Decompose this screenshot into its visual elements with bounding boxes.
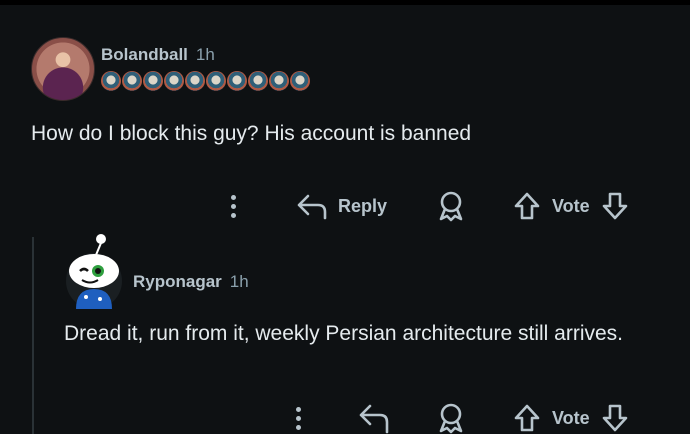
more-options-button[interactable]	[228, 194, 238, 218]
upvote-icon[interactable]	[512, 191, 542, 221]
avatar[interactable]	[66, 234, 122, 309]
award-icon[interactable]	[436, 402, 466, 434]
award-badge-icon	[164, 71, 184, 91]
award-badge-icon	[206, 71, 226, 91]
vote-control: Vote	[512, 190, 630, 222]
username[interactable]: Bolandball	[101, 45, 188, 65]
comment-body: Dread it, run from it, weekly Persian ar…	[64, 322, 624, 345]
user-flair	[101, 71, 310, 93]
top-bar	[0, 0, 690, 5]
award-badge-icon	[185, 71, 205, 91]
vote-label: Vote	[552, 195, 590, 216]
downvote-icon[interactable]	[600, 403, 630, 433]
award-badge-icon	[248, 71, 268, 91]
downvote-icon[interactable]	[600, 191, 630, 221]
award-badge-icon	[227, 71, 247, 91]
comment-header: Ryponagar 1h	[133, 272, 249, 292]
reply-arrow-icon[interactable]	[358, 402, 390, 434]
upvote-icon[interactable]	[512, 403, 542, 433]
reply-label: Reply	[338, 195, 388, 216]
comment-body: How do I block this guy? His account is …	[31, 122, 472, 145]
award-badge-icon	[143, 71, 163, 91]
snoo-avatar-icon	[69, 234, 119, 309]
timestamp: 1h	[229, 272, 249, 291]
username[interactable]: Ryponagar	[133, 272, 222, 292]
vote-label: Vote	[552, 407, 590, 428]
reply-button[interactable]: Reply	[296, 190, 387, 222]
award-icon[interactable]	[436, 190, 466, 222]
more-options-button[interactable]	[293, 402, 303, 434]
award-badge-icon	[290, 71, 310, 91]
avatar[interactable]	[31, 37, 95, 101]
timestamp: 1h	[195, 45, 215, 64]
reply-arrow-icon	[297, 194, 327, 220]
award-badge-icon	[269, 71, 289, 91]
comment-actions	[228, 188, 238, 224]
thread-line[interactable]	[32, 237, 34, 434]
vote-control: Vote	[512, 402, 630, 434]
award-badge-icon	[101, 71, 121, 91]
comment-header: Bolandball 1h	[101, 45, 215, 65]
award-badge-icon	[122, 71, 142, 91]
